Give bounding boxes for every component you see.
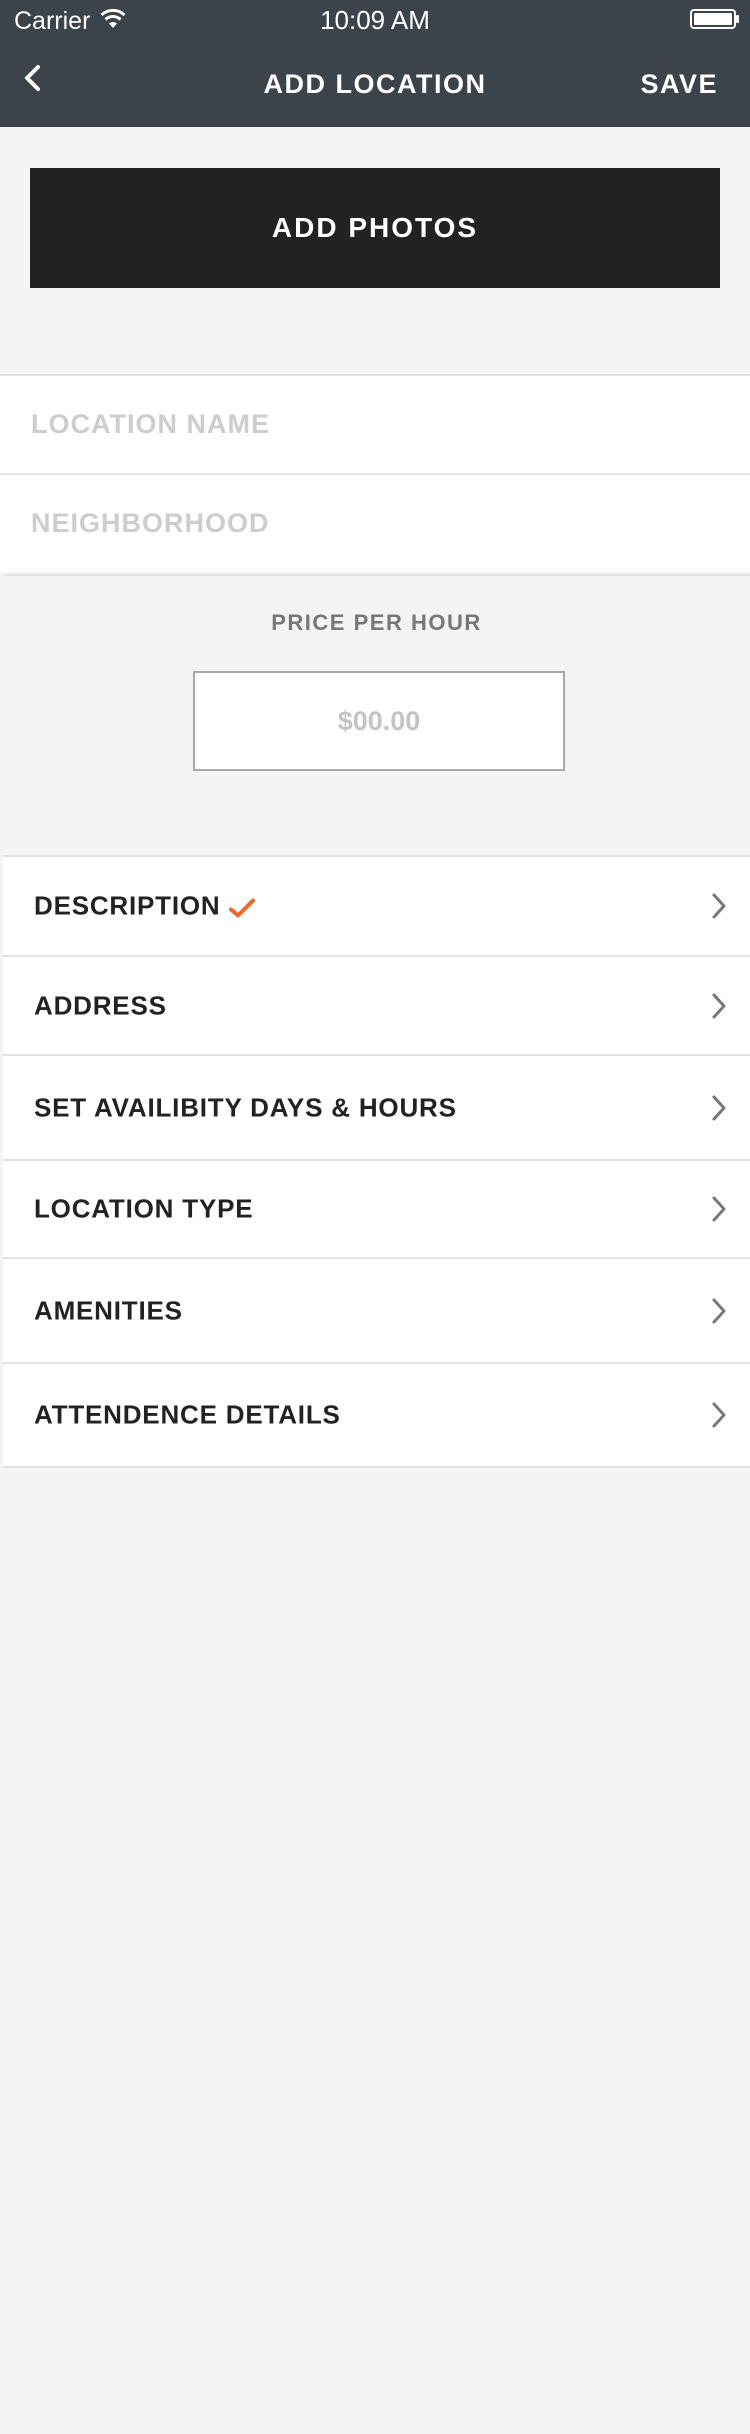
chevron-right-icon bbox=[712, 993, 726, 1018]
settings-menu: DESCRIPTION ADDRESS SET AVAILIBITY DAYS … bbox=[3, 855, 750, 1468]
save-button[interactable]: SAVE bbox=[640, 66, 718, 102]
menu-item-attendence-details[interactable]: ATTENDENCE DETAILS bbox=[3, 1362, 750, 1468]
checkmark-icon bbox=[228, 895, 256, 917]
price-per-hour-label: PRICE PER HOUR bbox=[271, 610, 482, 635]
menu-item-label: DESCRIPTION bbox=[34, 890, 221, 921]
add-photos-button[interactable]: ADD PHOTOS bbox=[30, 168, 720, 288]
battery-icon bbox=[690, 9, 740, 29]
status-time: 10:09 AM bbox=[320, 5, 430, 35]
price-input[interactable] bbox=[193, 671, 565, 771]
chevron-right-icon bbox=[712, 1298, 726, 1323]
menu-item-amenities[interactable]: AMENITIES bbox=[3, 1257, 750, 1362]
menu-item-label: ADDRESS bbox=[34, 990, 167, 1020]
chevron-right-icon bbox=[712, 1402, 726, 1428]
location-name-field bbox=[0, 374, 750, 473]
menu-item-description[interactable]: DESCRIPTION bbox=[3, 855, 750, 955]
chevron-right-icon bbox=[712, 1196, 726, 1222]
menu-item-address[interactable]: ADDRESS bbox=[3, 955, 750, 1054]
chevron-right-icon bbox=[712, 893, 726, 919]
page-title: ADD LOCATION bbox=[263, 69, 487, 99]
menu-item-label: SET AVAILIBITY DAYS & HOURS bbox=[34, 1092, 457, 1122]
menu-item-label: AMENITIES bbox=[34, 1295, 183, 1325]
menu-item-label: LOCATION TYPE bbox=[34, 1193, 254, 1224]
neighborhood-field bbox=[0, 473, 750, 572]
menu-item-label: ATTENDENCE DETAILS bbox=[34, 1399, 341, 1430]
chevron-right-icon bbox=[712, 1095, 726, 1120]
price-section: PRICE PER HOUR bbox=[3, 574, 750, 855]
menu-item-location-type[interactable]: LOCATION TYPE bbox=[3, 1159, 750, 1257]
navigation-header: Carrier 10:09 AM ADD LOCATION SAVE bbox=[0, 0, 750, 127]
neighborhood-input[interactable] bbox=[31, 475, 721, 572]
menu-item-availability[interactable]: SET AVAILIBITY DAYS & HOURS bbox=[3, 1054, 750, 1159]
location-name-input[interactable] bbox=[31, 376, 721, 473]
